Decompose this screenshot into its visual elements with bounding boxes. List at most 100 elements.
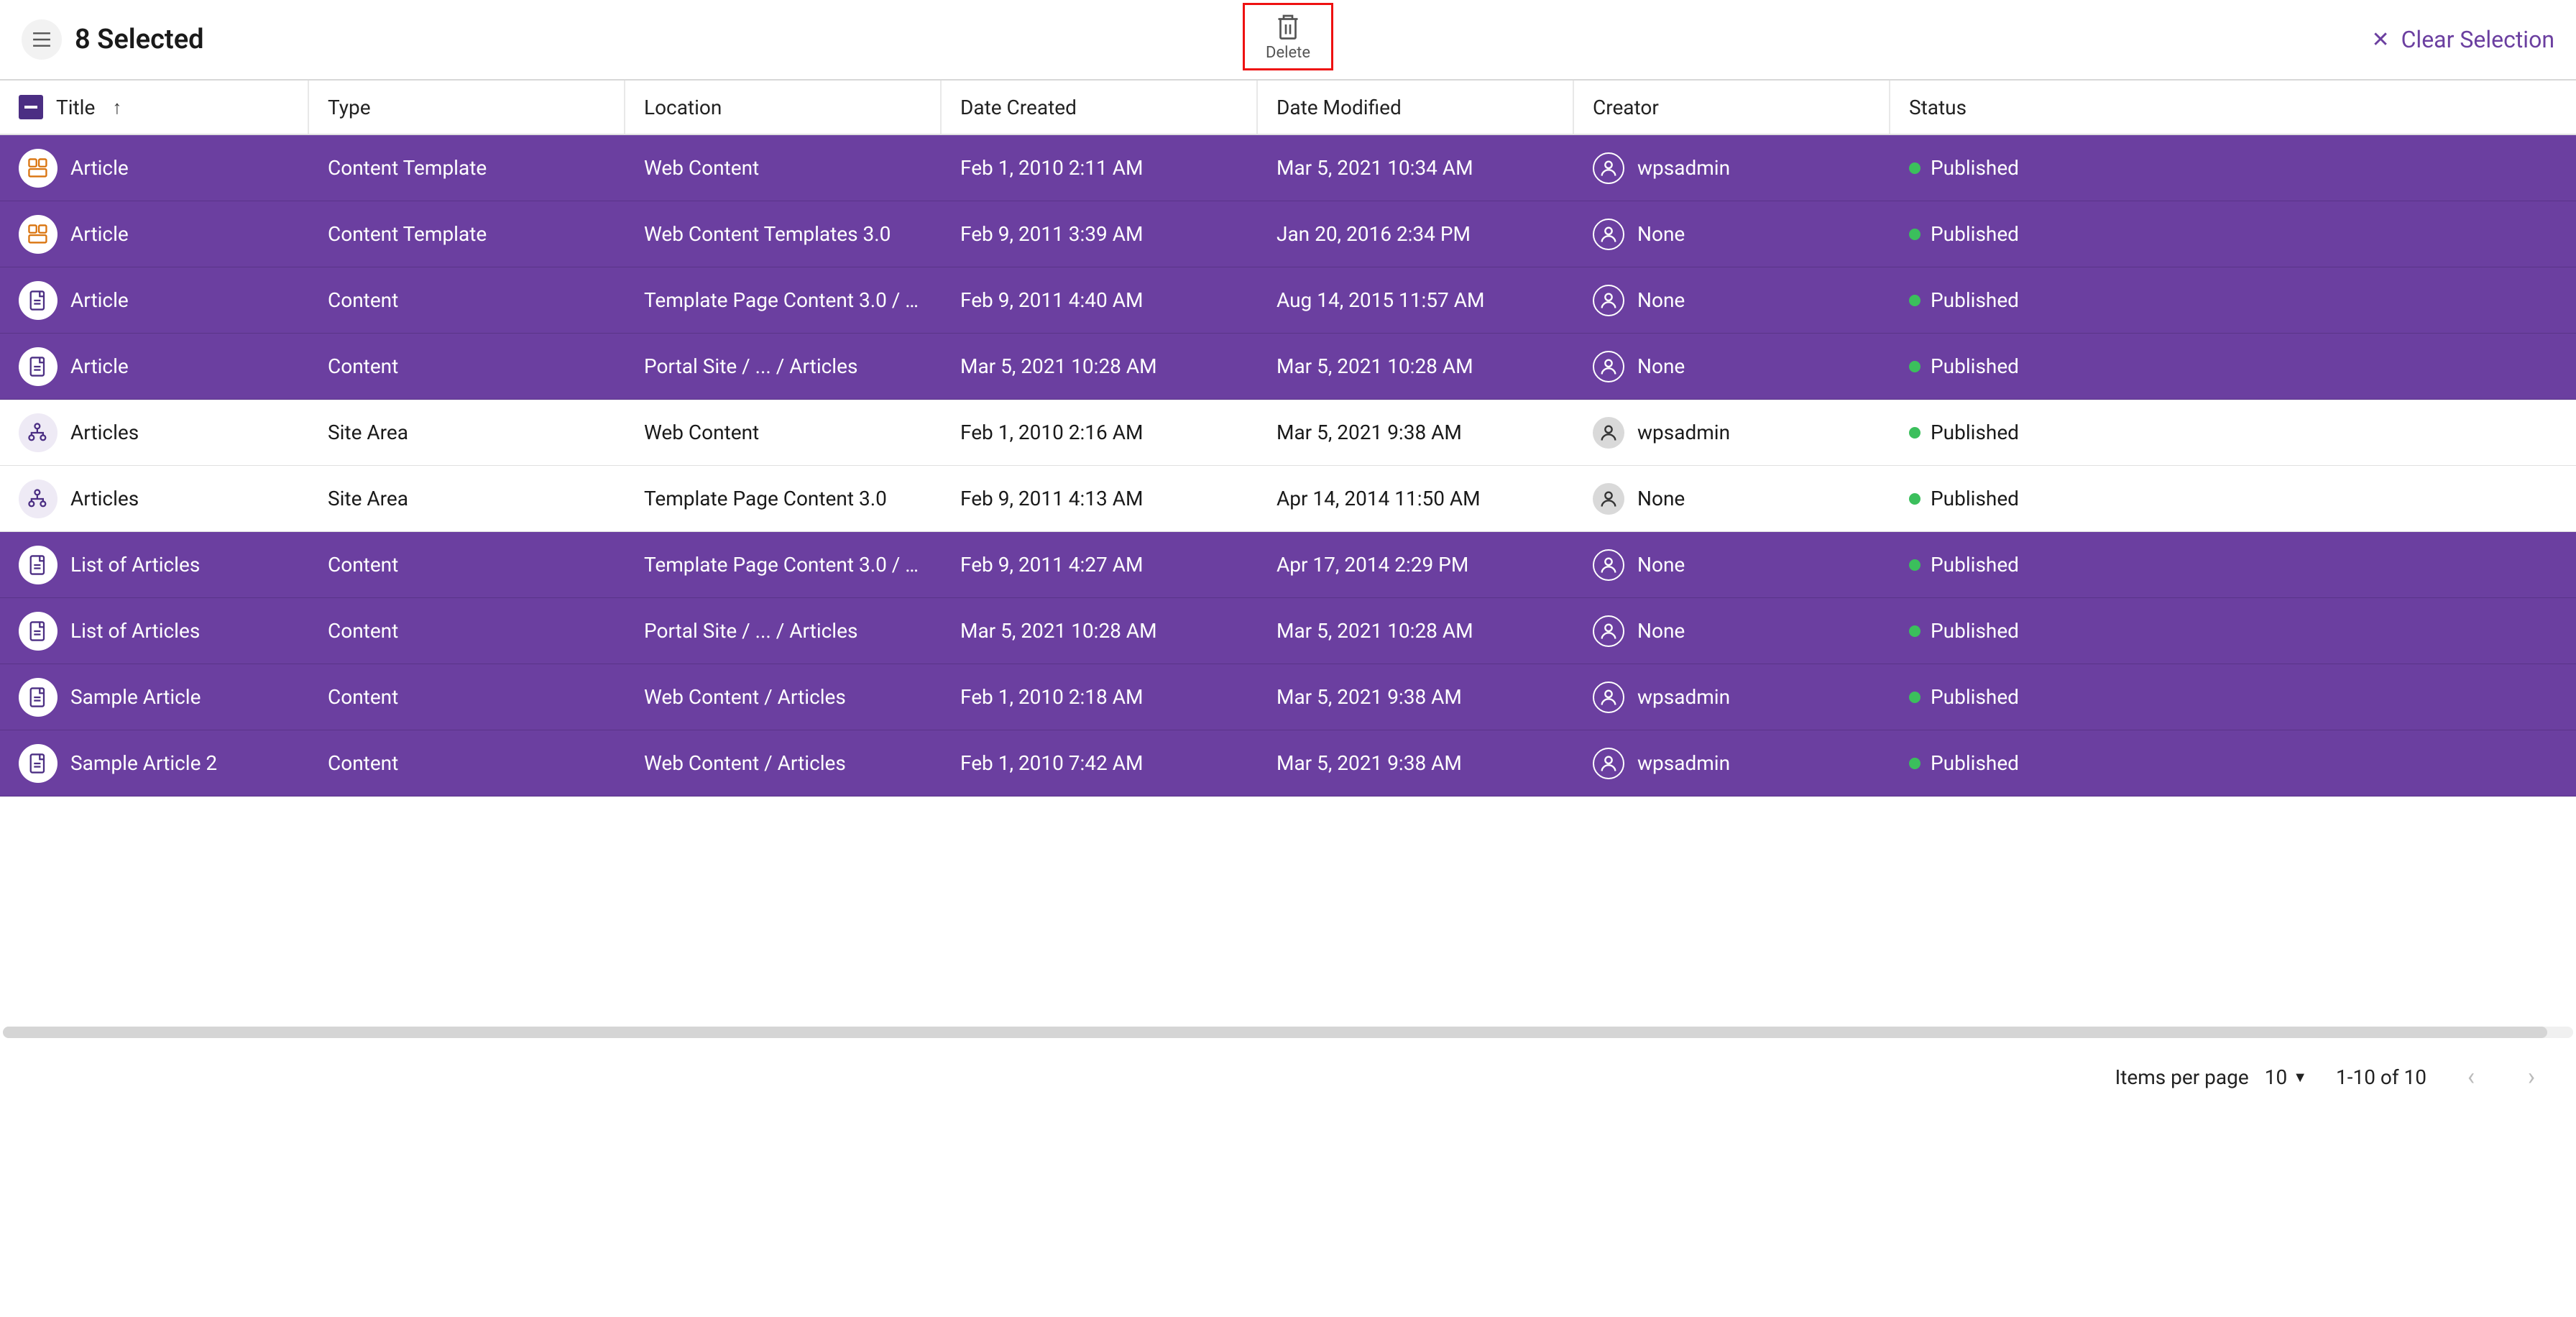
page-size-select[interactable]: 10 ▼	[2265, 1065, 2307, 1089]
table-row[interactable]: List of ArticlesContentPortal Site / ...…	[0, 598, 2576, 664]
cell-location: Template Page Content 3.0 / Artic...	[625, 532, 942, 597]
cell-date-modified: Mar 5, 2021 9:38 AM	[1258, 400, 1574, 465]
column-header-title[interactable]: Title ↑	[0, 81, 309, 134]
cell-creator: wpsadmin	[1574, 664, 1890, 730]
status-text: Published	[1931, 751, 2019, 775]
table-body: Article Content Template Web Content Feb 1,…	[0, 135, 2576, 797]
table-header: Title ↑ Type Location Date Created Date …	[0, 81, 2576, 135]
menu-button[interactable]	[22, 19, 62, 60]
select-all-checkbox[interactable]	[19, 95, 43, 119]
menu-icon	[32, 32, 51, 47]
cell-date-created-text: Feb 1, 2010 2:18 AM	[960, 685, 1143, 709]
scrollbar-thumb[interactable]	[3, 1027, 2547, 1038]
column-title-label: Title	[56, 96, 95, 119]
cell-date-modified: Apr 17, 2014 2:29 PM	[1258, 532, 1574, 597]
status-text: Published	[1931, 156, 2019, 180]
cell-type: Site Area	[309, 400, 625, 465]
status-text: Published	[1931, 222, 2019, 246]
column-header-date-created[interactable]: Date Created	[942, 81, 1258, 134]
prev-page-button[interactable]: ‹	[2455, 1061, 2487, 1093]
table-row[interactable]: ArticleContent TemplateWeb ContentFeb 1,…	[0, 135, 2576, 201]
table-row[interactable]: Article Content Template Web Content Templ…	[0, 201, 2576, 267]
creator-name: None	[1637, 354, 1685, 378]
status-dot-icon	[1909, 758, 1920, 769]
cell-location: Web Content / Articles	[625, 664, 942, 730]
cell-type-text: Content	[328, 553, 398, 577]
cell-type-text: Content	[328, 288, 398, 312]
table-row[interactable]: ArticleContentTemplate Page Content 3.0 …	[0, 267, 2576, 334]
column-header-type[interactable]: Type	[309, 81, 625, 134]
column-type-label: Type	[328, 96, 371, 119]
cell-type: Content	[309, 598, 625, 664]
table-row[interactable]: ArticlesSite AreaTemplate Page Content 3…	[0, 466, 2576, 532]
status-dot-icon	[1909, 295, 1920, 306]
status-text: Published	[1931, 421, 2019, 444]
content-icon	[19, 347, 58, 386]
title-text: Article	[70, 288, 129, 312]
cell-date-modified-text: Mar 5, 2021 9:38 AM	[1276, 751, 1462, 775]
cell-status: Published	[1890, 201, 2576, 267]
cell-status: Published	[1890, 532, 2576, 597]
clear-selection-button[interactable]: ✕ Clear Selection	[2371, 26, 2554, 53]
status-dot-icon	[1909, 361, 1920, 372]
cell-title: Article	[0, 201, 309, 267]
column-header-status[interactable]: Status	[1890, 81, 2576, 134]
title-text: Sample Article 2	[70, 751, 217, 775]
cell-type-text: Content Template	[328, 222, 487, 246]
cell-title: List of Articles	[0, 598, 309, 664]
cell-location: Web Content / Articles	[625, 730, 942, 796]
table-row[interactable]: Sample Article 2 Content Web Content / Art…	[0, 730, 2576, 797]
cell-location: Web Content	[625, 400, 942, 465]
content-icon	[19, 281, 58, 320]
status-text: Published	[1931, 487, 2019, 510]
cell-location-text: Template Page Content 3.0	[644, 487, 887, 510]
table-row[interactable]: ArticlesSite AreaWeb ContentFeb 1, 2010 …	[0, 400, 2576, 466]
title-text: Articles	[70, 487, 139, 510]
cell-date-modified-text: Mar 5, 2021 10:28 AM	[1276, 619, 1473, 643]
cell-location: Portal Site / ... / Articles	[625, 598, 942, 664]
cell-type-text: Content	[328, 751, 398, 775]
creator-name: None	[1637, 487, 1685, 510]
cell-location: Web Content	[625, 135, 942, 201]
cell-location-text: Web Content Templates 3.0	[644, 222, 891, 246]
selection-count: 8 Selected	[75, 24, 204, 55]
column-header-date-modified[interactable]: Date Modified	[1258, 81, 1574, 134]
horizontal-scrollbar[interactable]	[3, 1027, 2573, 1038]
delete-button[interactable]: Delete	[1243, 3, 1333, 70]
cell-type-text: Content Template	[328, 156, 487, 180]
table-row[interactable]: List of Articles Content Template Page Con…	[0, 532, 2576, 598]
cell-title: Article	[0, 135, 309, 201]
cell-date-modified-text: Mar 5, 2021 10:34 AM	[1276, 156, 1473, 180]
cell-date-created: Feb 9, 2011 3:39 AM	[942, 201, 1258, 267]
cell-creator: None	[1574, 532, 1890, 597]
cell-creator: wpsadmin	[1574, 135, 1890, 201]
trash-icon	[1275, 12, 1301, 41]
table-row[interactable]: ArticleContentPortal Site / ... / Articl…	[0, 334, 2576, 400]
creator-name: wpsadmin	[1637, 421, 1730, 444]
cell-location-text: Portal Site / ... / Articles	[644, 354, 857, 378]
status-dot-icon	[1909, 493, 1920, 505]
cell-type: Content	[309, 267, 625, 333]
status-dot-icon	[1909, 427, 1920, 439]
next-page-button[interactable]: ›	[2516, 1061, 2547, 1093]
cell-date-modified: Mar 5, 2021 9:38 AM	[1258, 730, 1574, 796]
cell-creator: None	[1574, 598, 1890, 664]
column-created-label: Date Created	[960, 96, 1077, 119]
column-header-location[interactable]: Location	[625, 81, 942, 134]
cell-location-text: Web Content	[644, 421, 759, 444]
cell-type: Content	[309, 334, 625, 399]
cell-date-created: Feb 1, 2010 7:42 AM	[942, 730, 1258, 796]
cell-title: Sample Article	[0, 664, 309, 730]
cell-type: Content Template	[309, 201, 625, 267]
column-header-creator[interactable]: Creator	[1574, 81, 1890, 134]
status-text: Published	[1931, 553, 2019, 577]
content-table: Title ↑ Type Location Date Created Date …	[0, 81, 2576, 797]
content-icon	[19, 678, 58, 717]
table-row[interactable]: Sample ArticleContentWeb Content / Artic…	[0, 664, 2576, 730]
cell-status: Published	[1890, 664, 2576, 730]
cell-title: List of Articles	[0, 532, 309, 597]
creator-name: wpsadmin	[1637, 156, 1730, 180]
cell-date-modified: Mar 5, 2021 10:34 AM	[1258, 135, 1574, 201]
status-dot-icon	[1909, 559, 1920, 571]
cell-type: Content Template	[309, 135, 625, 201]
